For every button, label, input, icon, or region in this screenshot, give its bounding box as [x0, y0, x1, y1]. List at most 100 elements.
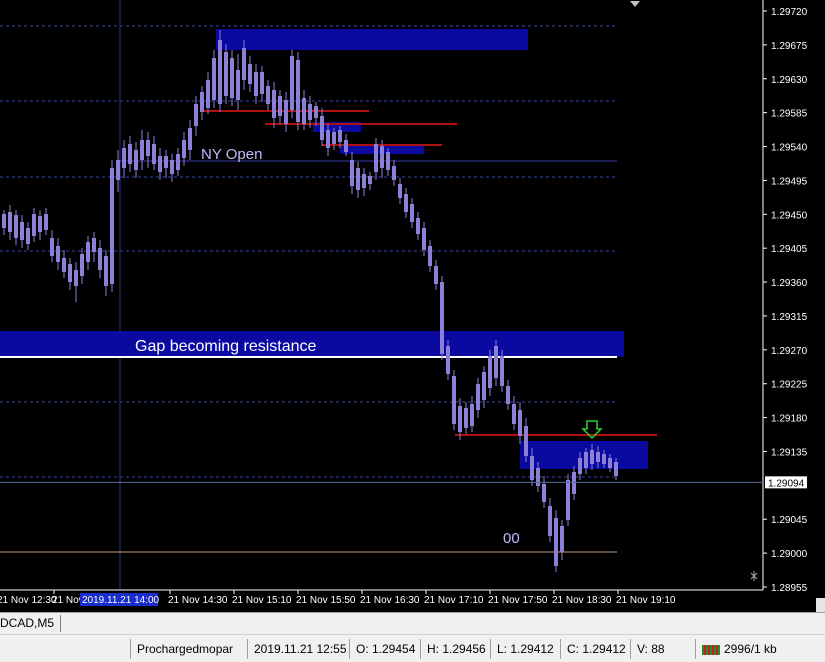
candle	[20, 215, 24, 248]
scroll-nub[interactable]	[816, 598, 825, 612]
candle-body	[572, 472, 576, 494]
candle	[56, 238, 60, 270]
tab-chart-symbol[interactable]: DCAD,M5	[0, 615, 62, 632]
candle-body	[458, 406, 462, 432]
candle-body	[500, 356, 504, 386]
candle	[152, 136, 156, 170]
candle	[38, 210, 42, 240]
chart-tab-bar: DCAD,M5	[0, 612, 825, 635]
candle-body	[356, 168, 360, 190]
candle-body	[302, 98, 306, 124]
candle	[122, 140, 126, 178]
candle	[158, 148, 162, 180]
candle-body	[8, 212, 12, 232]
candle-body	[32, 214, 36, 236]
candle	[236, 54, 240, 110]
candle	[458, 398, 462, 440]
candle	[92, 232, 96, 262]
price-tick-label: 1.29315	[771, 312, 808, 323]
chart-shift-marker-icon[interactable]	[630, 1, 640, 7]
candle-body	[428, 246, 432, 266]
price-tick-label: 1.29360	[771, 278, 808, 289]
candle-body	[122, 148, 126, 168]
candle	[188, 120, 192, 160]
candle-body	[188, 128, 192, 150]
candle-body	[518, 410, 522, 436]
candle	[548, 498, 552, 542]
candle-body	[368, 176, 372, 184]
candle-body	[422, 228, 426, 250]
candle	[428, 240, 432, 272]
candle-body	[440, 282, 444, 354]
candle-body	[446, 346, 450, 374]
candle	[410, 198, 414, 228]
candle	[278, 90, 282, 124]
candle-body	[170, 160, 174, 174]
candle-body	[212, 58, 216, 100]
candle-body	[464, 408, 468, 428]
candle	[506, 380, 510, 410]
axes	[0, 0, 764, 591]
candle-body	[194, 104, 198, 126]
candle-body	[80, 254, 84, 276]
price-chart[interactable]: NY Open Gap becoming resistance 00 1.297…	[0, 0, 825, 612]
candle	[434, 260, 438, 290]
price-tick-label: 1.29450	[771, 210, 808, 221]
candle-body	[344, 140, 348, 152]
candle	[164, 150, 168, 178]
candle-body	[470, 404, 474, 426]
price-tick-label: 1.29720	[771, 7, 808, 18]
current-price-label: 1.29094	[768, 478, 805, 489]
candle-body	[296, 60, 300, 122]
gap-resistance-label: Gap becoming resistance	[135, 338, 317, 355]
candle-body	[434, 266, 438, 284]
status-traffic: 2996/1 kb	[695, 639, 822, 659]
candle-body	[218, 40, 222, 104]
candle	[248, 56, 252, 92]
candle-body	[98, 248, 102, 270]
candle-body	[314, 106, 318, 118]
price-axis: 1.29720 1.29675 1.29630 1.29585 1.29540 1.294…	[0, 7, 808, 594]
candle-body	[20, 222, 24, 240]
candle	[254, 64, 258, 104]
supply-zone-top	[216, 29, 528, 50]
candle	[560, 520, 564, 560]
candle	[446, 340, 450, 380]
candle	[140, 130, 144, 170]
candle	[512, 396, 516, 430]
candle-body	[134, 150, 138, 170]
candle-body	[248, 64, 252, 84]
candle	[266, 80, 270, 110]
status-volume: V: 88	[630, 639, 695, 659]
candle	[116, 150, 120, 192]
chart-canvas[interactable]: NY Open Gap becoming resistance 00 1.297…	[0, 0, 825, 612]
candle-body	[86, 242, 90, 262]
candle-body	[152, 144, 156, 164]
candle-body	[374, 144, 378, 172]
time-tick-label: 21 Nov 19:10	[616, 595, 676, 606]
time-tick-label: 21 Nov 14:30	[168, 595, 228, 606]
candle-body	[278, 96, 282, 116]
candle-body	[476, 384, 480, 410]
candle	[374, 138, 378, 180]
price-tick-label: 1.29180	[771, 414, 808, 425]
status-datetime: 2019.11.21 12:55	[247, 639, 350, 659]
price-tick-label: 1.29495	[771, 176, 808, 187]
candle-body	[362, 174, 366, 188]
pin-icon[interactable]	[750, 571, 758, 581]
candle-body	[74, 270, 78, 286]
candle-body	[332, 132, 336, 144]
candle	[14, 210, 18, 245]
time-tick-label: 21 Nov 12:30	[0, 595, 57, 606]
status-low: L: 1.29412	[490, 639, 559, 659]
candle-body	[494, 346, 498, 378]
candle-body	[26, 228, 30, 244]
price-tick-label: 1.29540	[771, 143, 808, 154]
candle-body	[50, 238, 54, 256]
candle-body	[326, 130, 330, 148]
candle-body	[254, 72, 258, 96]
candle	[452, 370, 456, 430]
price-tick-label: 1.29270	[771, 346, 808, 357]
traffic-text: 2996/1 kb	[724, 642, 777, 656]
candle	[212, 50, 216, 108]
